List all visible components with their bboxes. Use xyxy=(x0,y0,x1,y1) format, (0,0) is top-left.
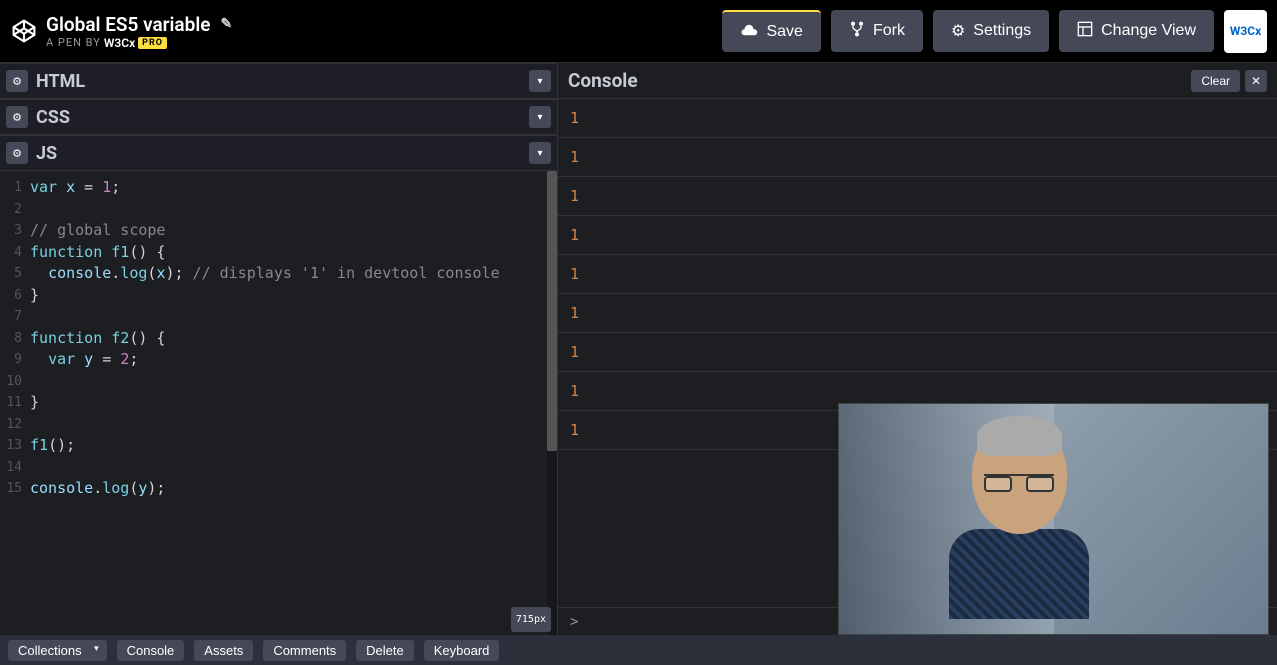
console-line: 1 xyxy=(558,138,1277,177)
avatar[interactable]: W3Cx xyxy=(1224,10,1267,53)
close-icon[interactable]: ✕ xyxy=(1245,70,1267,92)
console-line: 1 xyxy=(558,177,1277,216)
size-badge: 715px xyxy=(511,607,551,633)
footer-bar: Collections Console Assets Comments Dele… xyxy=(0,635,1277,665)
console-line: 1 xyxy=(558,99,1277,138)
console-line: 1 xyxy=(558,255,1277,294)
clear-button[interactable]: Clear xyxy=(1191,70,1240,92)
layout-icon xyxy=(1077,21,1093,42)
author-link[interactable]: W3Cx xyxy=(104,36,135,50)
css-panel-header[interactable]: ⚙ CSS ▾ xyxy=(0,99,557,135)
console-column: Console Clear ✕ 1 1 1 1 1 1 1 1 1 > xyxy=(558,63,1277,635)
settings-button[interactable]: ⚙ Settings xyxy=(933,10,1049,52)
console-title: Console xyxy=(568,69,1191,92)
console-header: Console Clear ✕ xyxy=(558,63,1277,99)
assets-button[interactable]: Assets xyxy=(194,640,253,661)
console-line: 1 xyxy=(558,333,1277,372)
css-panel: ⚙ CSS ▾ xyxy=(0,99,557,135)
css-panel-title: CSS xyxy=(36,107,529,128)
editors-column: ⚙ HTML ▾ ⚙ CSS ▾ ⚙ JS ▾ 1 2 xyxy=(0,63,558,635)
gear-icon[interactable]: ⚙ xyxy=(6,106,28,128)
collections-dropdown[interactable]: Collections xyxy=(8,640,107,661)
comments-button[interactable]: Comments xyxy=(263,640,346,661)
js-code-editor[interactable]: 1 2 3 4 5 6 7 8 9 10 11 12 13 14 15 xyxy=(0,171,557,635)
html-panel: ⚙ HTML ▾ xyxy=(0,63,557,99)
pen-title[interactable]: Global ES5 variable xyxy=(46,13,211,36)
fork-button[interactable]: Fork xyxy=(831,10,923,52)
codepen-logo[interactable] xyxy=(10,17,38,45)
chevron-down-icon[interactable]: ▾ xyxy=(529,142,551,164)
change-view-button[interactable]: Change View xyxy=(1059,10,1214,52)
html-panel-header[interactable]: ⚙ HTML ▾ xyxy=(0,63,557,99)
byline-prefix: A PEN BY xyxy=(46,36,101,49)
header-bar: Global ES5 variable ✎ A PEN BY W3Cx PRO … xyxy=(0,0,1277,63)
line-gutter: 1 2 3 4 5 6 7 8 9 10 11 12 13 14 15 xyxy=(0,171,30,635)
keyboard-button[interactable]: Keyboard xyxy=(424,640,500,661)
fork-icon xyxy=(849,21,865,42)
save-label: Save xyxy=(766,23,802,41)
scrollbar[interactable] xyxy=(547,171,557,635)
main-area: ⚙ HTML ▾ ⚙ CSS ▾ ⚙ JS ▾ 1 2 xyxy=(0,63,1277,635)
html-panel-title: HTML xyxy=(36,71,529,92)
console-line: 1 xyxy=(558,216,1277,255)
chevron-down-icon[interactable]: ▾ xyxy=(529,70,551,92)
save-button[interactable]: Save xyxy=(722,10,820,52)
settings-label: Settings xyxy=(973,22,1031,40)
title-area: Global ES5 variable ✎ A PEN BY W3Cx PRO xyxy=(46,13,722,50)
js-panel-header[interactable]: ⚙ JS ▾ xyxy=(0,135,557,171)
console-button[interactable]: Console xyxy=(117,640,185,661)
delete-button[interactable]: Delete xyxy=(356,640,414,661)
change-view-label: Change View xyxy=(1101,22,1196,40)
edit-icon[interactable]: ✎ xyxy=(221,16,233,32)
fork-label: Fork xyxy=(873,22,905,40)
pro-badge: PRO xyxy=(138,37,167,49)
code-content[interactable]: var x = 1; // global scope function f1()… xyxy=(30,171,557,635)
gear-icon: ⚙ xyxy=(951,21,965,41)
cloud-icon xyxy=(740,23,758,42)
console-prompt: > xyxy=(570,614,578,630)
console-line: 1 xyxy=(558,294,1277,333)
gear-icon[interactable]: ⚙ xyxy=(6,142,28,164)
webcam-overlay xyxy=(838,403,1269,635)
chevron-down-icon[interactable]: ▾ xyxy=(529,106,551,128)
js-panel: ⚙ JS ▾ 1 2 3 4 5 6 7 8 9 10 11 12 xyxy=(0,135,557,635)
gear-icon[interactable]: ⚙ xyxy=(6,70,28,92)
scrollbar-thumb[interactable] xyxy=(547,171,557,451)
js-panel-title: JS xyxy=(36,143,529,164)
